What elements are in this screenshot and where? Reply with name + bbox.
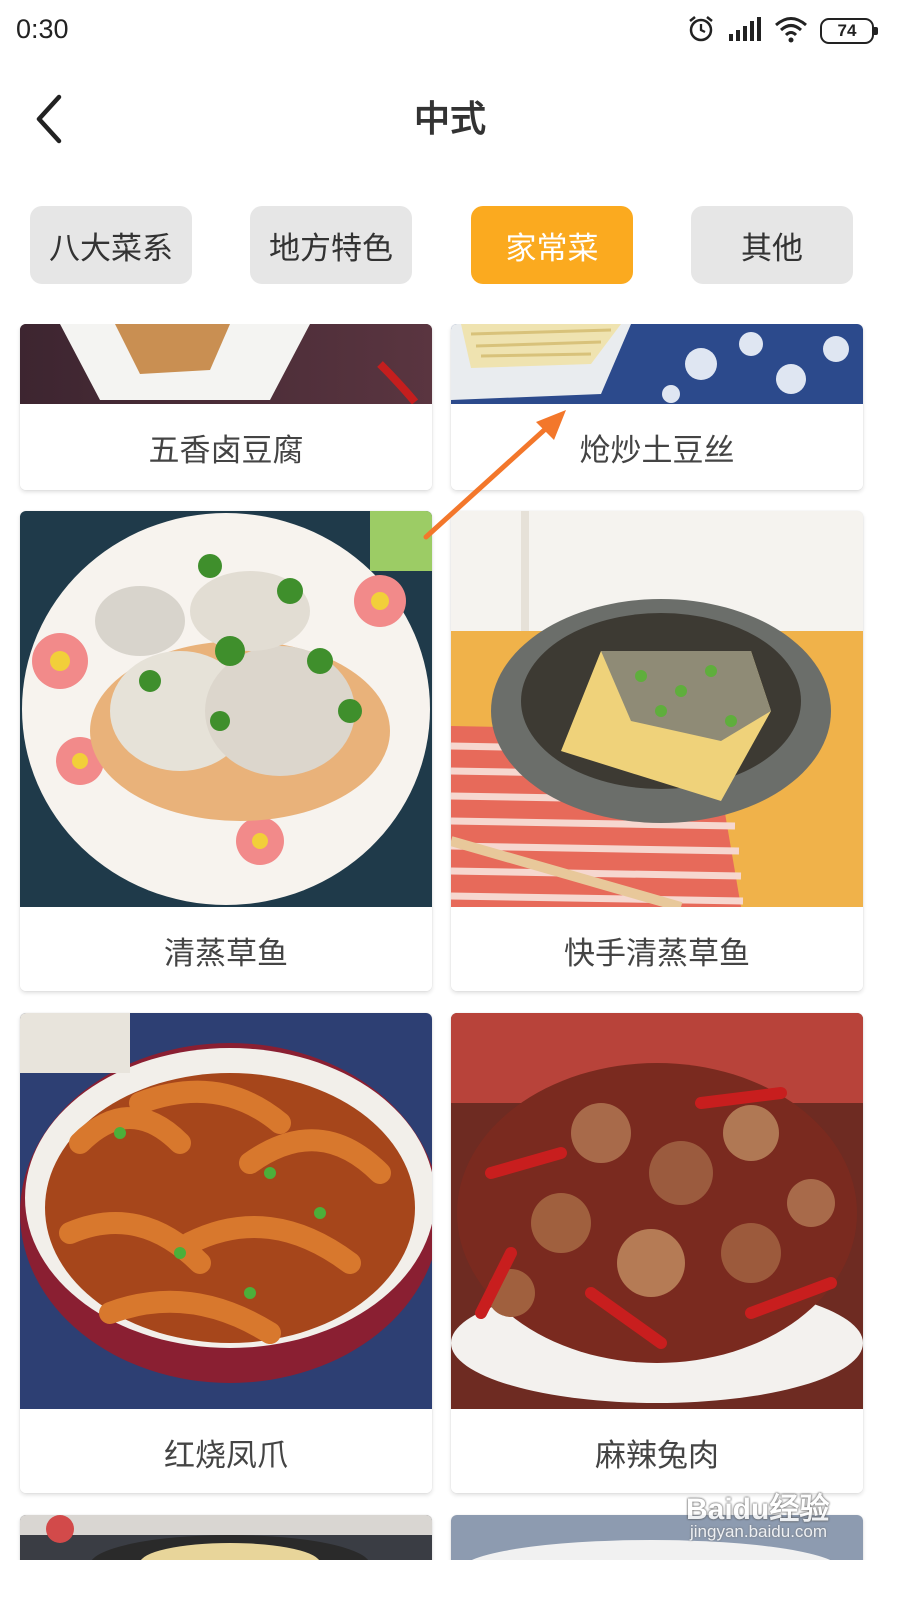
baidu-jingyan-watermark: Baidu经验 jingyan.baidu.com <box>686 1484 856 1548</box>
annotation-arrow <box>423 410 566 540</box>
watermark-url: jingyan.baidu.com <box>690 1522 828 1541</box>
